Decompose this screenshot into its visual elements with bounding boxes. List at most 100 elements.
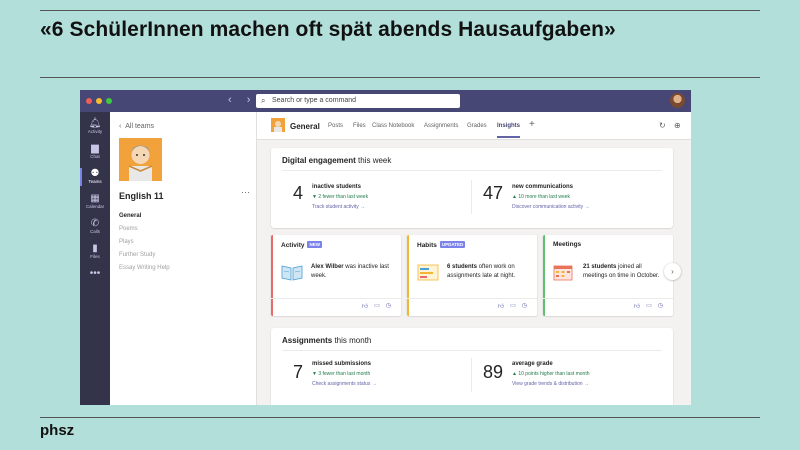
clock-icon[interactable]: ◷ <box>658 302 663 310</box>
feedback-buttons: 👍︎ ▭ ◷ <box>634 302 663 310</box>
all-teams-label: All teams <box>125 123 155 130</box>
grade-trends-link[interactable]: View grade trends & distribution → <box>512 381 589 387</box>
channel-general[interactable]: General <box>119 213 141 219</box>
app-rail: 🔔︎ Activity ▆ Chat ⚉ Teams ▦ Calendar ✆ … <box>80 112 110 405</box>
team-mini-avatar-icon <box>271 118 285 132</box>
track-student-activity-link[interactable]: Track student activity → <box>312 204 365 210</box>
new-communications-value: 47 <box>483 183 504 203</box>
calendar-icon <box>553 265 573 281</box>
insight-title-text: Activity <box>281 242 305 249</box>
teams-icon: ⚉ <box>90 168 100 179</box>
rail-label: Chat <box>90 154 100 159</box>
tab-class-notebook[interactable]: Class Notebook <box>372 123 414 129</box>
channel-title: General <box>290 122 320 131</box>
insight-bold: Alex Wilber <box>311 264 344 270</box>
title-bar: ‹ › ⌕ Search or type a command <box>80 90 691 112</box>
insight-bold: 6 students <box>447 264 478 270</box>
insight-card-habits[interactable]: Habits UPDATED 6 students often work on a… <box>407 235 537 316</box>
team-pane: ‹ All teams English 11 ··· General Poems… <box>110 112 257 405</box>
rail-item-activity[interactable]: 🔔︎ Activity <box>80 118 110 135</box>
search-input[interactable]: ⌕ Search or type a command <box>256 94 460 108</box>
rail-item-chat[interactable]: ▆ Chat <box>80 143 110 160</box>
insight-bold: 21 students <box>583 264 617 270</box>
title-rule <box>40 77 760 78</box>
divider <box>471 358 472 392</box>
refresh-icon[interactable]: ↻ <box>659 121 666 130</box>
insight-text: 21 students joined all meetings on time … <box>583 263 667 281</box>
teams-window: ‹ › ⌕ Search or type a command 🔔︎ Activi… <box>80 90 691 405</box>
insight-title: Habits UPDATED <box>417 241 466 249</box>
insight-text: Alex Wilber was inactive last week. <box>311 263 395 281</box>
clock-icon[interactable]: ◷ <box>386 302 391 310</box>
thumbs-up-icon[interactable]: 👍︎ <box>362 302 368 310</box>
channel-essay-writing-help[interactable]: Essay Writing Help <box>119 265 170 271</box>
insight-title-text: Habits <box>417 242 437 249</box>
channel-further-study[interactable]: Further Study <box>119 252 155 258</box>
next-insights-button[interactable]: › <box>664 263 681 280</box>
insight-card-activity[interactable]: Activity NEW Alex Wilber was inactive las… <box>271 235 401 316</box>
shakespeare-avatar-icon <box>119 138 162 181</box>
divider <box>407 298 537 299</box>
updated-badge: UPDATED <box>439 241 466 248</box>
globe-icon[interactable]: ⊕ <box>674 121 681 130</box>
rail-label: Teams <box>88 179 102 184</box>
engagement-heading-bold: Digital engagement <box>282 156 356 165</box>
rail-item-calls[interactable]: ✆ Calls <box>80 218 110 235</box>
rail-more-button[interactable]: ••• <box>80 268 110 279</box>
tab-assignments[interactable]: Assignments <box>424 123 458 129</box>
close-window-button[interactable] <box>86 98 92 104</box>
assignments-heading-rest: this month <box>332 336 372 345</box>
rail-item-calendar[interactable]: ▦ Calendar <box>80 193 110 210</box>
comment-icon[interactable]: ▭ <box>374 302 380 310</box>
team-avatar <box>119 138 162 181</box>
tab-files[interactable]: Files <box>353 123 366 129</box>
new-communications-label: new communications <box>512 184 574 190</box>
card-accent <box>271 235 273 316</box>
minimize-window-button[interactable] <box>96 98 102 104</box>
missed-submissions-label: missed submissions <box>312 361 372 367</box>
assignments-heading-bold: Assignments <box>282 336 333 345</box>
thumbs-up-icon[interactable]: 👍︎ <box>634 302 640 310</box>
schedule-icon <box>417 264 439 281</box>
insight-card-meetings[interactable]: Meetings 21 students joined all meetings… <box>543 235 673 316</box>
inactive-students-change: ▼ 2 fewer than last week <box>312 194 369 200</box>
maximize-window-button[interactable] <box>106 98 112 104</box>
channel-team-icon <box>271 118 285 132</box>
team-more-button[interactable]: ··· <box>241 187 250 197</box>
missed-submissions-value: 7 <box>293 362 304 382</box>
channel-plays[interactable]: Plays <box>119 239 134 245</box>
comment-icon[interactable]: ▭ <box>510 302 516 310</box>
inactive-students-label: inactive students <box>312 184 362 190</box>
top-rule <box>40 10 760 11</box>
add-tab-button[interactable]: + <box>529 119 535 130</box>
average-grade-label: average grade <box>512 361 553 367</box>
rail-item-files[interactable]: ▮ Files <box>80 243 110 260</box>
engagement-heading-rest: this week <box>355 156 392 165</box>
assignments-card: Assignments this month 7 missed submissi… <box>271 328 673 405</box>
clock-icon[interactable]: ◷ <box>522 302 527 310</box>
rail-label: Activity <box>87 129 103 134</box>
insight-title: Activity NEW <box>281 241 322 249</box>
check-assignments-link[interactable]: Check assignments status → <box>312 381 377 387</box>
divider <box>282 170 662 171</box>
thumbs-up-icon[interactable]: 👍︎ <box>498 302 504 310</box>
bell-icon: 🔔︎ <box>88 118 102 129</box>
tab-grades[interactable]: Grades <box>467 123 487 129</box>
divider <box>471 180 472 214</box>
comment-icon[interactable]: ▭ <box>646 302 652 310</box>
engagement-heading: Digital engagement this week <box>282 156 391 165</box>
history-arrows[interactable]: ‹ › <box>228 94 256 106</box>
user-avatar[interactable] <box>670 93 685 108</box>
tab-insights[interactable]: Insights <box>497 123 521 138</box>
phone-icon: ✆ <box>90 218 100 229</box>
missed-submissions-change: ▼ 3 fewer than last month <box>312 371 371 377</box>
channel-poems[interactable]: Poems <box>119 226 138 232</box>
rail-label: Calendar <box>85 204 105 209</box>
calendar-icon: ▦ <box>90 193 100 204</box>
team-name: English 11 <box>119 191 164 201</box>
all-teams-link[interactable]: ‹ All teams <box>119 123 154 130</box>
discover-communication-link[interactable]: Discover communication activity → <box>512 204 590 210</box>
tab-posts[interactable]: Posts <box>328 123 343 129</box>
more-icon: ••• <box>89 268 101 279</box>
rail-item-teams[interactable]: ⚉ Teams <box>80 168 110 186</box>
